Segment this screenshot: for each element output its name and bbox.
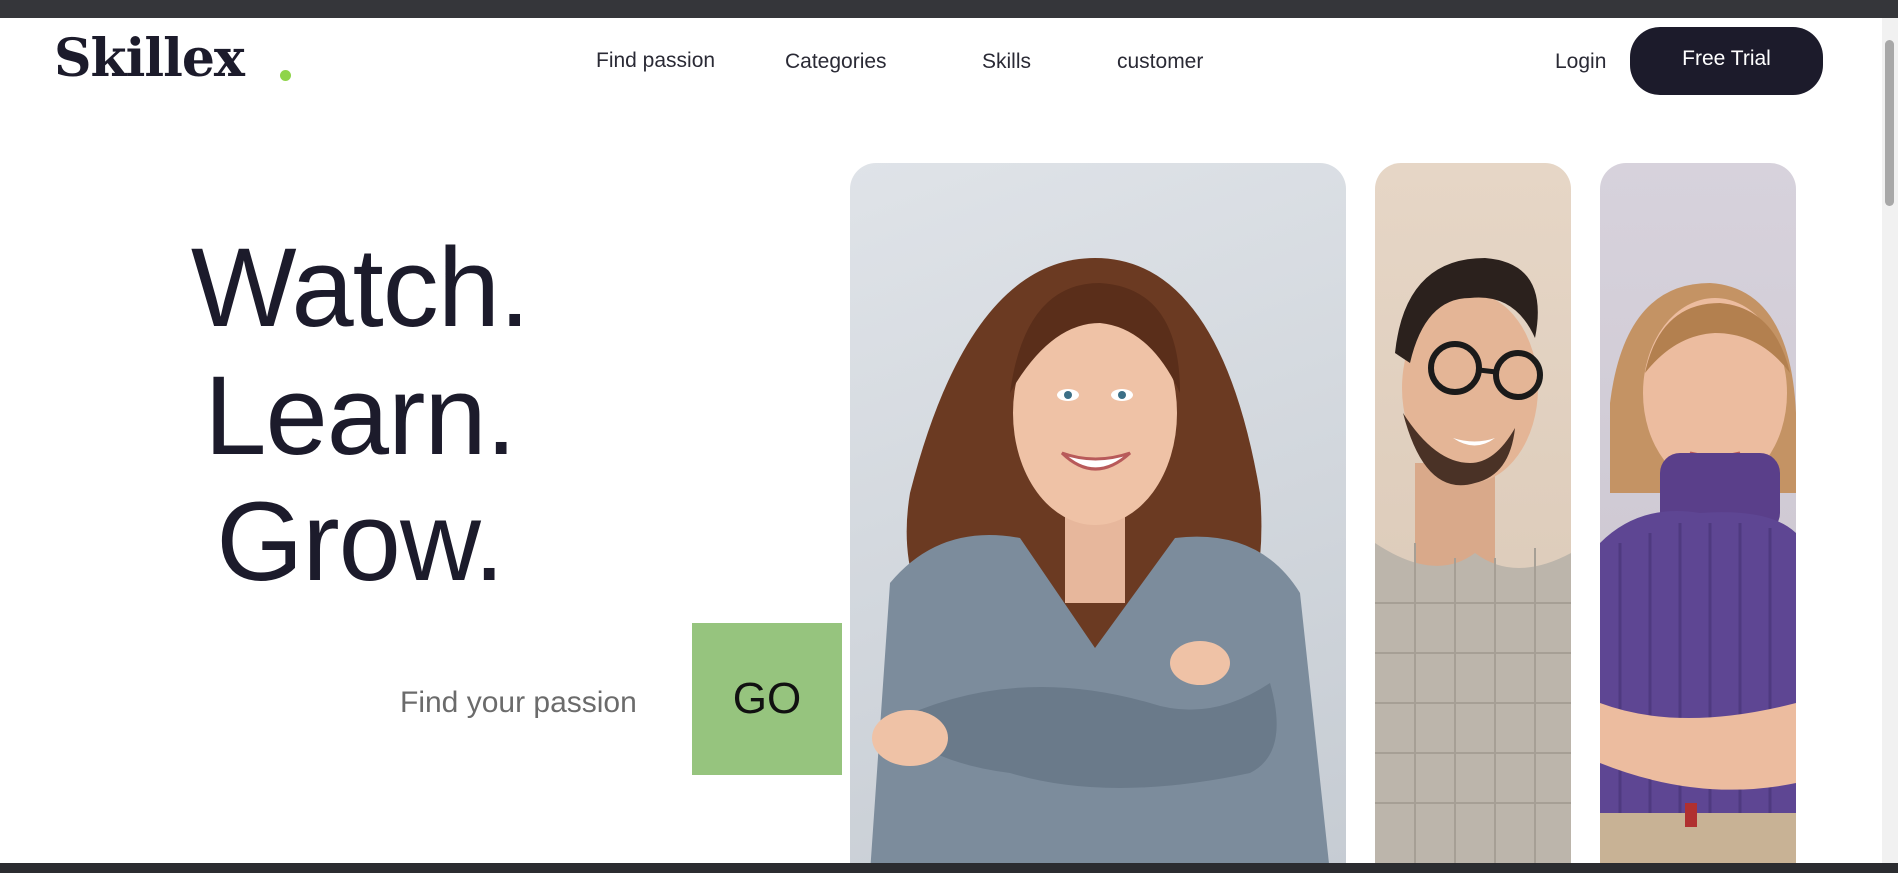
nav-customer[interactable]: customer <box>1117 50 1203 74</box>
free-trial-button[interactable]: Free Trial <box>1630 27 1823 95</box>
nav-skills[interactable]: Skills <box>982 50 1031 74</box>
browser-bottom-bar <box>0 863 1898 873</box>
passion-search-input[interactable] <box>398 680 682 726</box>
headline-learn: Learn. <box>204 353 517 478</box>
woman-purple-sweater-portrait-icon <box>1600 163 1796 873</box>
page-scrollbar[interactable] <box>1882 18 1898 863</box>
brand-logo[interactable]: Skillex <box>54 28 245 89</box>
browser-top-bar <box>0 0 1898 18</box>
headline-grow: Grow. <box>216 479 505 604</box>
go-button[interactable]: GO <box>692 623 842 775</box>
woman-grey-sweater-portrait-icon <box>850 163 1346 873</box>
nav-categories[interactable]: Categories <box>785 50 887 74</box>
logo-dot-icon <box>280 70 291 81</box>
login-link[interactable]: Login <box>1555 50 1606 74</box>
nav-find-passion[interactable]: Find passion <box>596 49 715 73</box>
man-glasses-portrait-icon <box>1375 163 1571 873</box>
scrollbar-thumb[interactable] <box>1885 40 1894 206</box>
headline-watch: Watch. <box>190 225 530 350</box>
